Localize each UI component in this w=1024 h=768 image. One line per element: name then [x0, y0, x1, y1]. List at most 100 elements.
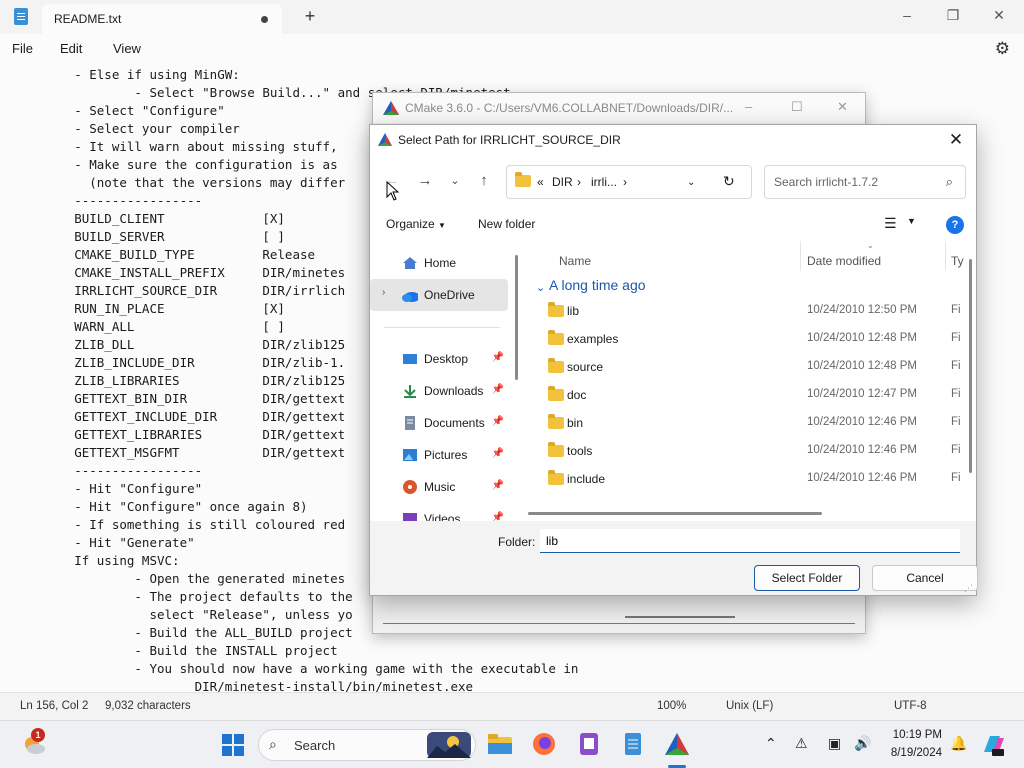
zoom-level[interactable]: 100% — [657, 700, 686, 712]
nav-item-music[interactable]: Music 📌 — [370, 471, 508, 503]
menu-view[interactable]: View — [113, 41, 141, 56]
pin-icon[interactable]: 📌 — [492, 416, 504, 427]
menu-edit[interactable]: Edit — [60, 41, 82, 56]
nav-item-videos[interactable]: Videos 📌 — [370, 503, 508, 521]
organize-button[interactable]: Organize ▼ — [386, 217, 446, 231]
resize-grip-icon[interactable]: ⋰ — [964, 583, 973, 594]
nav-item-home[interactable]: Home — [370, 247, 508, 279]
gear-icon[interactable]: ⚙ — [995, 39, 1010, 59]
file-row[interactable]: include 10/24/2010 12:46 PM Fi — [527, 465, 961, 493]
organize-label: Organize — [386, 217, 435, 231]
taskbar-search[interactable]: ⌕ Search — [258, 729, 476, 761]
group-header[interactable]: A long time ago — [549, 277, 646, 293]
pin-icon[interactable]: 📌 — [492, 352, 504, 363]
firefox-icon[interactable] — [531, 731, 557, 757]
pin-icon[interactable]: 📌 — [492, 384, 504, 395]
minimize-button[interactable]: – — [884, 0, 930, 30]
column-type[interactable]: Ty — [951, 254, 964, 268]
dialog-close-icon[interactable]: ✕ — [944, 128, 968, 152]
column-date-modified[interactable]: Date modified — [807, 254, 881, 268]
file-list-hscrollbar[interactable] — [528, 512, 822, 515]
view-list-icon[interactable]: ☰ — [884, 215, 897, 232]
cancel-button[interactable]: Cancel — [872, 565, 978, 591]
breadcrumb-separator[interactable]: › — [623, 175, 627, 189]
cmake-maximize-button[interactable]: ☐ — [791, 99, 803, 115]
close-button[interactable]: ✕ — [976, 0, 1022, 30]
help-icon[interactable]: ? — [946, 216, 964, 234]
encoding[interactable]: UTF-8 — [894, 700, 927, 712]
up-arrow-icon[interactable]: ↑ — [472, 169, 496, 193]
downloads-icon — [404, 385, 416, 398]
file-list-scrollbar[interactable] — [969, 259, 972, 473]
cmake-minimize-button[interactable]: – — [745, 99, 752, 114]
file-name: doc — [567, 388, 587, 402]
menu-file[interactable]: File — [12, 41, 33, 56]
column-name[interactable]: Name — [559, 254, 591, 268]
line-ending[interactable]: Unix (LF) — [726, 700, 773, 712]
forward-arrow-icon[interactable]: → — [413, 169, 437, 193]
nav-item-onedrive[interactable]: › OneDrive — [370, 279, 508, 311]
search-box[interactable]: Search irrlicht-1.7.2 ⌕ — [764, 165, 966, 199]
file-explorer-icon[interactable] — [487, 731, 513, 757]
volume-icon[interactable]: 🔊 — [854, 735, 871, 752]
notepad-tab[interactable]: README.txt — [42, 4, 282, 34]
sort-chevron-icon: ⌄ — [867, 241, 874, 250]
view-chevron-icon[interactable]: ▼ — [907, 216, 916, 226]
file-row[interactable]: source 10/24/2010 12:48 PM Fi — [527, 353, 961, 381]
nav-item-pictures[interactable]: Pictures 📌 — [370, 439, 508, 471]
videos-icon — [403, 513, 417, 521]
cmake-close-button[interactable]: ✕ — [837, 99, 848, 115]
nav-scrollbar[interactable] — [515, 255, 518, 380]
file-name: examples — [567, 332, 619, 346]
group-chevron-icon[interactable]: ⌄ — [536, 281, 545, 294]
folder-icon — [548, 302, 564, 317]
column-divider[interactable] — [945, 241, 946, 271]
refresh-icon[interactable]: ↻ — [723, 173, 735, 190]
folder-field[interactable] — [540, 529, 960, 553]
home-icon — [403, 257, 417, 269]
unsaved-dot-icon[interactable] — [261, 16, 268, 23]
clock-date[interactable]: 8/19/2024 — [882, 747, 942, 759]
nav-item-documents[interactable]: Documents 📌 — [370, 407, 508, 439]
pin-icon[interactable]: 📌 — [492, 480, 504, 491]
expand-chevron-icon[interactable]: › — [382, 287, 385, 298]
notification-bell-icon[interactable]: 🔔 — [950, 735, 967, 752]
tray-overflow-chevron-icon[interactable]: ⌃ — [765, 735, 777, 752]
cmake-taskbar-icon[interactable] — [664, 731, 690, 757]
breadcrumb-irrlicht[interactable]: irrli... — [591, 175, 617, 189]
search-icon: ⌕ — [269, 736, 277, 752]
start-button[interactable] — [222, 734, 244, 756]
file-row[interactable]: tools 10/24/2010 12:46 PM Fi — [527, 437, 961, 465]
recent-chevron-down-icon[interactable]: ⌄ — [443, 169, 467, 193]
file-row[interactable]: doc 10/24/2010 12:47 PM Fi — [527, 381, 961, 409]
file-row[interactable]: lib 10/24/2010 12:50 PM Fi — [527, 297, 961, 325]
nav-item-desktop[interactable]: Desktop 📌 — [370, 343, 508, 375]
address-dropdown-chevron-icon[interactable]: ⌄ — [687, 177, 695, 188]
maximize-button[interactable]: ❐ — [930, 0, 976, 30]
select-folder-button[interactable]: Select Folder — [754, 565, 860, 591]
new-folder-button[interactable]: New folder — [478, 217, 535, 231]
mouse-cursor-icon — [386, 181, 400, 201]
column-divider[interactable] — [800, 241, 801, 271]
pin-icon[interactable]: 📌 — [492, 512, 504, 521]
file-row[interactable]: examples 10/24/2010 12:48 PM Fi — [527, 325, 961, 353]
notepad-icon[interactable] — [620, 731, 646, 757]
display-icon[interactable]: ▣ — [828, 735, 841, 752]
cmake-scrollbar[interactable] — [625, 616, 735, 618]
breadcrumb-dir[interactable]: DIR — [552, 175, 573, 189]
copilot-icon[interactable] — [980, 732, 1006, 758]
network-offline-icon[interactable]: ⚠ — [795, 735, 808, 752]
nav-divider — [384, 327, 500, 328]
address-bar[interactable]: « DIR › irrli... › ⌄ ↻ — [506, 165, 752, 199]
clock-time[interactable]: 10:19 PM — [888, 729, 942, 741]
new-tab-button[interactable]: + — [298, 5, 322, 29]
breadcrumb-overflow[interactable]: « — [537, 175, 544, 189]
folder-icon — [515, 172, 531, 187]
file-row[interactable]: bin 10/24/2010 12:46 PM Fi — [527, 409, 961, 437]
file-type: Fi — [951, 388, 961, 400]
nav-item-downloads[interactable]: Downloads 📌 — [370, 375, 508, 407]
breadcrumb-separator[interactable]: › — [577, 175, 581, 189]
notepad-app-icon[interactable] — [576, 731, 602, 757]
search-icon[interactable]: ⌕ — [946, 174, 953, 190]
pin-icon[interactable]: 📌 — [492, 448, 504, 459]
